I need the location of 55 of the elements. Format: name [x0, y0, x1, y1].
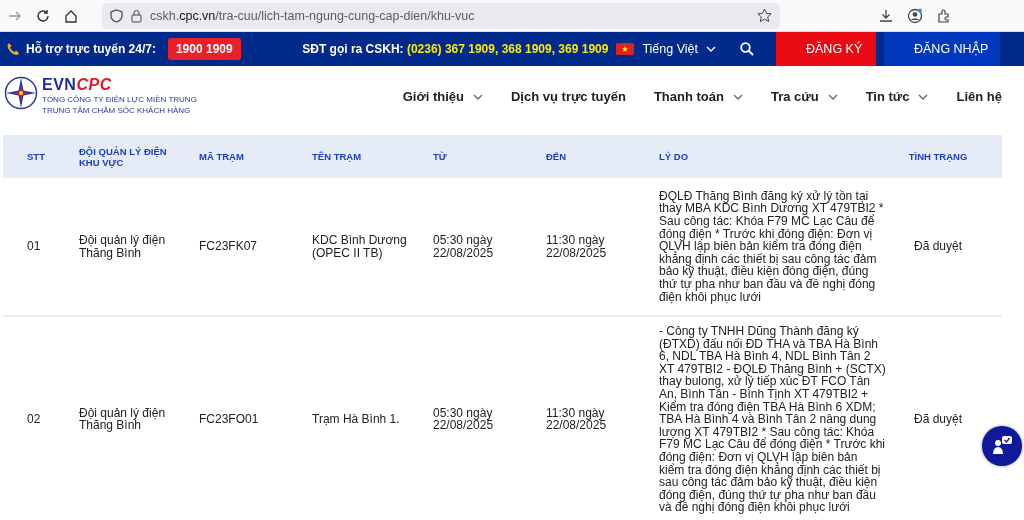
nav-link[interactable]: Thanh toán — [653, 89, 743, 104]
support-label: Hỗ trợ trực tuyến 24/7: — [26, 42, 156, 56]
table-cell: 01 — [27, 239, 41, 254]
chevron-down-icon — [706, 46, 716, 52]
search-icon[interactable] — [740, 42, 754, 56]
download-icon[interactable] — [879, 8, 893, 23]
logo-icon — [4, 75, 38, 110]
register-button[interactable]: ĐĂNG KÝ — [776, 32, 876, 66]
nav-link[interactable]: Tin tức — [865, 89, 929, 104]
nav-link[interactable]: Giới thiệu — [402, 89, 483, 104]
table-cell: 11:30 ngày 22/08/2025 — [546, 405, 607, 433]
chat-support-button[interactable] — [982, 426, 1022, 466]
table-cell: FC23FK07 — [199, 239, 258, 254]
lock-icon — [131, 8, 142, 23]
table-cell: ĐQLĐ Thăng Bình đăng ký xử lý tồn tại thay MBA KDC Bình Dương XT 479TBI2 * Sau công tác: Khóa F79 MC Lạc Câu để đóng điện * Trước khi đóng điện: Đơn vị QLVH lập biên bản kiểm tra đóng điện khẳng định các thiết bị sau công tác đảm bảo kỹ thuật, điều kiện đóng điện, đúng thứ tự pha như ban đầu và đề nghị đóng điện khôi phục lưới — [659, 188, 884, 304]
table-cell: 05:30 ngày 22/08/2025 — [433, 405, 494, 433]
column-header: STT — [27, 151, 45, 162]
table-cell: 05:30 ngày 22/08/2025 — [433, 232, 494, 260]
nav-link[interactable]: Liên hệ — [956, 89, 1002, 104]
extensions-icon[interactable] — [937, 8, 951, 23]
column-header: ĐẾN — [546, 151, 567, 162]
column-header: TÊN TRẠM — [312, 151, 362, 162]
table-cell: 02 — [27, 412, 41, 427]
table-cell: Đội quản lý điện Thăng Bình — [79, 405, 166, 433]
phone-icon — [6, 42, 20, 56]
table-cell: Đã duyệt — [914, 412, 962, 427]
column-header: LÝ DO — [659, 151, 689, 162]
table-cell: Trạm Hà Bình 1. — [312, 412, 400, 427]
url-text: cskh.cpc.vn/tra-cuu/lich-tam-ngung-cung-cap-dien/khu-vuc — [150, 8, 476, 23]
table-cell: Đã duyệt — [914, 239, 962, 254]
star-icon[interactable] — [757, 8, 772, 23]
login-button[interactable]: ĐĂNG NHẬP — [884, 32, 1000, 66]
column-header: TÌNH TRẠNG — [908, 151, 968, 162]
account-icon[interactable] — [907, 7, 923, 24]
table-cell: 11:30 ngày 22/08/2025 — [546, 232, 607, 260]
nav-link[interactable]: Dịch vụ trực tuyến — [511, 89, 626, 104]
nav-link[interactable]: Tra cứu — [770, 89, 838, 104]
address-bar[interactable]: cskh.cpc.vn/tra-cuu/lich-tam-ngung-cung-cap-dien/khu-vuc — [102, 2, 780, 29]
cskh-phone-text: SĐT gọi ra CSKH: (0236) 367 1909, 368 1909, 369 1909 — [302, 42, 609, 56]
table-cell: KDC Bình Dương (OPEC II TB) — [312, 232, 407, 260]
flag-icon — [616, 43, 635, 55]
brand-name: EVNCPC — [42, 75, 113, 94]
column-header: TỪ — [433, 151, 447, 162]
language-selector[interactable]: Tiếng Việt — [642, 42, 698, 56]
reload-icon[interactable] — [36, 8, 50, 23]
column-header: ĐỘI QUẢN LÝ ĐIỆN KHU VỰC — [79, 145, 167, 168]
table-cell: Đội quản lý điện Thăng Bình — [79, 232, 166, 260]
column-header: MÃ TRẠM — [199, 151, 244, 162]
organization-name: TRUNG TÂM CHĂM SÓC KHÁCH HÀNG — [42, 104, 192, 116]
table-cell: - Công ty TNHH Dũng Thành đăng ký (ĐTXD) đấu nối ĐD THA và TBA Hà Bình 6, NDL TBA Hà Bình 4, NDL Bình Tân 2 XT 479TBI2 - ĐQLĐ Thăng Bình + (SCTX) thay bulong, xử lý tiếp xúc ĐT FCO Tân An, Bình Tân - Bình Tịnh XT 479TBI2 + Kiểm tra đóng điện TBA Hà Bình 6 XDM; TBA Hà Bình 4 và Bình Tân 2 nâng dung lượng XT 479TBI2 * Sau công tác: Khóa F79 MC Lạc Câu để đóng điện * Trước khi đóng điện: Đơn vị QLVH lập biên bản kiểm tra đóng điện khẳng định các thiết bị sau công tác đảm bảo kỹ thuật, điều kiện đóng điện, đúng thứ tự pha như ban đầu và đề nghị đóng điện khôi phục lưới — [659, 324, 886, 515]
shield-icon — [110, 8, 123, 23]
hotline-badge[interactable]: 1900 1909 — [167, 38, 241, 60]
home-icon[interactable] — [64, 8, 78, 23]
table-cell: FC23FO01 — [199, 412, 259, 427]
organization-name: TỔNG CÔNG TY ĐIỆN LỰC MIỀN TRUNG — [42, 93, 197, 105]
